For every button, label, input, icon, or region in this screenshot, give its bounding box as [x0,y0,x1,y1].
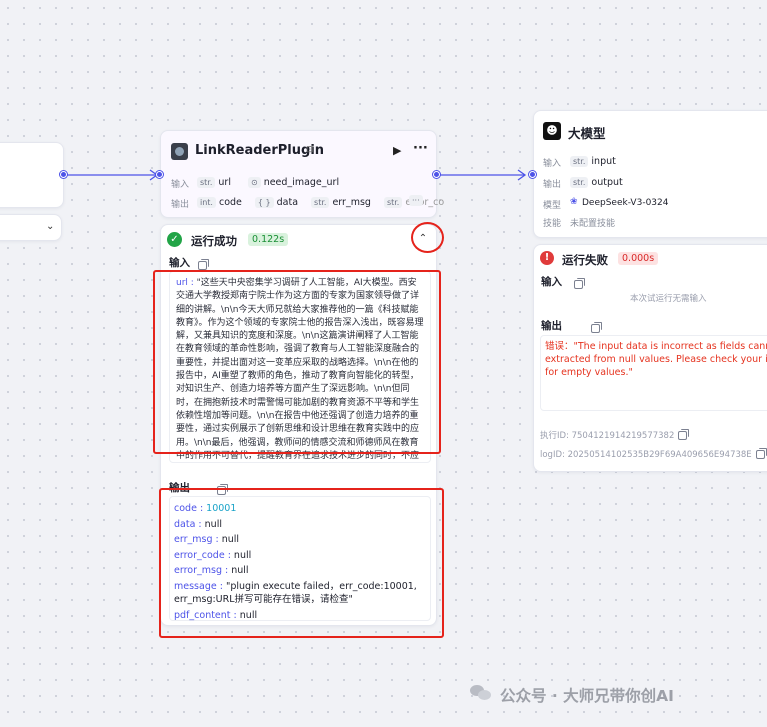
param-output: output [591,177,623,188]
copy-icon[interactable] [198,258,209,270]
error-icon: ! [540,251,554,265]
skill-value: 未配置技能 [570,219,616,229]
plugin-badge-icon: ⊡ [306,145,314,155]
exec-id: 执行ID: 7504121914219577382 [540,431,675,441]
input-label: 输入 [171,180,190,190]
result-input-title: 输入 [541,276,562,288]
output-label: 输出 [543,180,562,190]
more-icon[interactable]: ··· [413,141,428,156]
input-empty-text: 本次试运行无需输入 [630,294,707,304]
run-time-badge: 0.000s [618,252,659,265]
param-input: input [591,156,616,167]
model-label: 模型 [543,201,562,211]
highlight-circle [411,222,444,253]
node-title: 大模型 [568,126,606,141]
llm-robot-icon: ☻ [543,122,561,140]
more-params-button[interactable]: ··· [409,195,423,206]
node-title: LinkReaderPlugin [195,143,325,158]
copy-icon[interactable] [574,277,585,289]
llm-node[interactable]: ☻ 大模型 输入 str. input 输出 str. output 模型 ❀ De… [533,110,767,238]
llm-node-input-port[interactable] [529,171,536,178]
param-type-tag: str. [311,197,330,208]
param-type-tag: str. [570,156,589,167]
llm-run-result-panel: ! 运行失败 0.000s 输入 本次试运行无需输入 输出 错误："The in… [533,244,767,472]
link-node-input-port[interactable] [156,171,163,178]
copy-icon[interactable] [590,321,602,333]
log-id-row: logID: 20250514102535B29F69A409656E94738… [540,448,767,460]
chevron-down-icon: ⌄ [46,221,55,232]
run-status: 运行失败 [562,253,608,267]
run-status: 运行成功 [191,234,237,248]
error-output-box: 错误："The input data is incorrect as field… [540,335,767,411]
output-label: 输出 [171,200,190,210]
param-err-msg: err_msg [332,197,371,208]
result-output-title: 输出 [541,320,562,332]
result-input-title: 输入 [169,257,190,269]
param-type-tag: str. [570,177,589,188]
success-check-icon: ✓ [167,232,182,247]
param-type-tag: str. [383,197,403,208]
exec-id-row: 执行ID: 7504121914219577382 [540,429,690,441]
param-type-tag: int. [197,197,216,208]
watermark-text: 公众号 · 大师兄带你创AI [500,687,674,705]
input-label: 输入 [543,159,562,169]
plugin-logo-icon [171,143,188,160]
param-type-tag: { } [254,197,274,208]
highlight-input-box [153,270,441,454]
param-need-image-url: need_image_url [263,177,340,188]
left-node[interactable] [0,142,64,208]
model-name: DeepSeek-V3-0324 [582,198,669,208]
link-node-output-port[interactable] [433,171,440,178]
wechat-logo-icon [470,685,492,701]
log-id: logID: 20250514102535B29F69A409656E94738… [540,450,752,460]
param-type-tag: ⊙ [247,177,261,188]
error-message: 错误："The input data is incorrect as field… [545,341,767,378]
param-data: data [276,197,299,208]
link-reader-node[interactable]: LinkReaderPlugin ⊡ ▶ ··· 输入 str. url ⊙ nee… [160,130,444,218]
highlight-output-box [159,488,444,638]
param-code: code [218,197,242,208]
run-time-badge: 0.122s [248,233,289,246]
param-type-tag: str. [197,177,216,188]
model-icon: ❀ [570,197,578,207]
copy-icon[interactable] [678,429,690,440]
run-play-icon[interactable]: ▶ [393,144,401,157]
param-url: url [218,177,231,188]
copy-icon[interactable] [755,448,767,459]
left-node-output-port[interactable] [60,171,67,178]
skill-label: 技能 [543,219,562,229]
left-node-select[interactable]: ⌄ [0,214,62,241]
